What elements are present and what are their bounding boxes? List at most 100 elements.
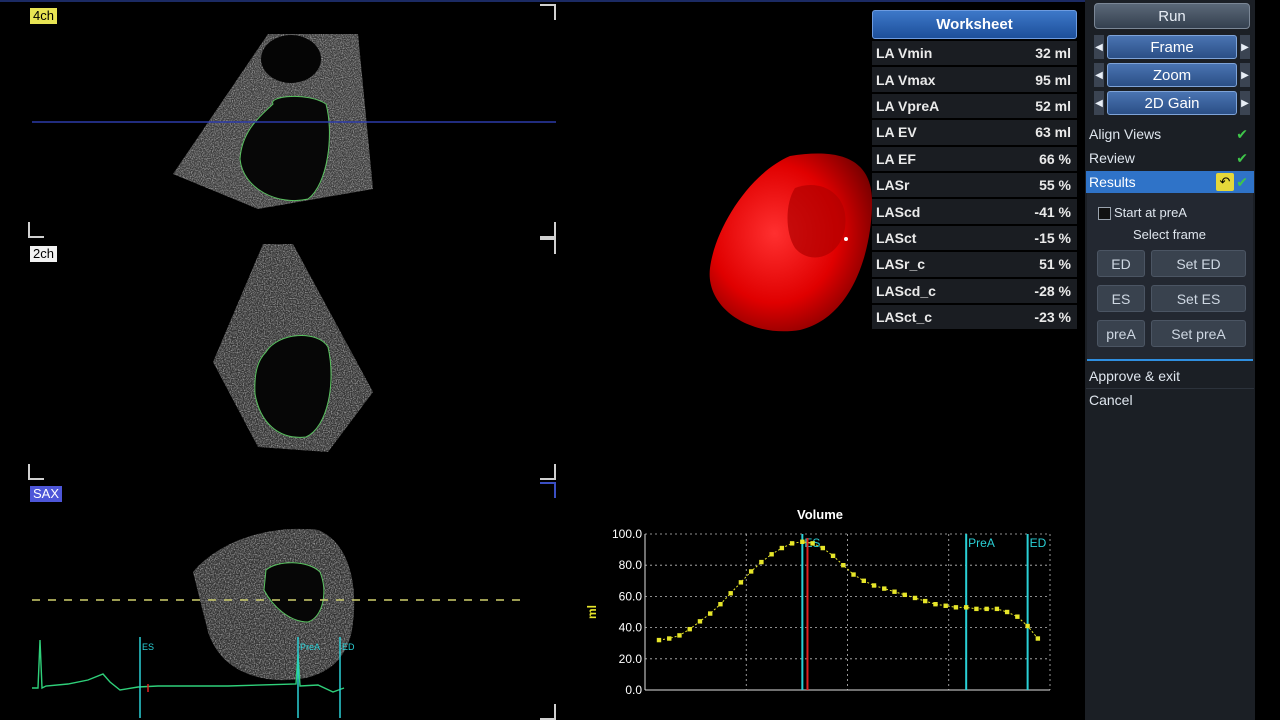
worksheet-row[interactable]: LASct -15 % <box>872 225 1077 251</box>
la-3d-model[interactable] <box>700 148 875 338</box>
check-icon: ✔ <box>1236 125 1248 142</box>
view-4ch[interactable]: 4ch <box>28 4 556 238</box>
data-point <box>943 603 948 608</box>
check-icon: ✔ <box>1236 149 1248 166</box>
arrow-left-icon[interactable]: ◀ <box>1094 35 1104 59</box>
data-point <box>687 626 692 632</box>
data-point <box>667 636 672 641</box>
data-point <box>994 606 1000 612</box>
set-ed-button[interactable]: Set ED <box>1151 250 1246 277</box>
view-2ch[interactable]: 2ch <box>28 238 556 480</box>
data-point <box>748 569 754 574</box>
run-button[interactable]: Run <box>1094 3 1250 29</box>
worksheet-row-value: 66 % <box>1039 150 1071 167</box>
y-axis-label: ml <box>585 605 599 619</box>
arrow-left-icon[interactable]: ◀ <box>1094 91 1104 115</box>
worksheet-panel: Worksheet LA Vmin 32 ml LA Vmax 95 ml LA V… <box>872 10 1077 330</box>
frame-stepper: ◀ Frame ▶ <box>1094 35 1250 59</box>
data-point <box>1035 636 1041 641</box>
data-point <box>902 592 907 598</box>
volume-chart: 0.020.040.060.080.0100.0VolumemlESPreAED <box>580 500 1060 710</box>
y-tick-label: 0.0 <box>625 683 642 697</box>
worksheet-row[interactable]: LA EV 63 ml <box>872 120 1077 145</box>
y-tick-label: 60.0 <box>619 589 643 603</box>
zoom-stepper: ◀ Zoom ▶ <box>1094 63 1250 87</box>
undo-icon[interactable]: ↶ <box>1216 173 1234 191</box>
worksheet-row-value: -28 % <box>1034 282 1071 299</box>
ecg-label-prea: PreA <box>300 642 321 652</box>
worksheet-row[interactable]: LA Vmax 95 ml <box>872 67 1077 92</box>
data-point <box>953 605 959 610</box>
gain-stepper: ◀ 2D Gain ▶ <box>1094 91 1250 115</box>
worksheet-row[interactable]: LASct_c -23 % <box>872 304 1077 330</box>
start-prea-label: Start at preA <box>1114 205 1187 220</box>
2d-gain-button[interactable]: 2D Gain <box>1107 91 1237 115</box>
data-point <box>677 633 682 638</box>
view-sax[interactable]: SAX ES PreA ED <box>28 482 556 720</box>
data-point <box>933 602 938 607</box>
frame-button[interactable]: Frame <box>1107 35 1237 59</box>
arrow-right-icon[interactable]: ▶ <box>1240 63 1250 87</box>
echo-image-4ch <box>32 34 556 209</box>
y-tick-label: 20.0 <box>619 652 643 666</box>
worksheet-row-label: LAScd <box>876 203 921 220</box>
prea-button[interactable]: preA <box>1097 320 1145 347</box>
data-point <box>738 580 744 585</box>
step-label: Results <box>1089 174 1136 190</box>
worksheet-row-label: LASr_c <box>876 256 926 273</box>
y-tick-label: 40.0 <box>619 621 643 635</box>
data-point <box>1025 623 1030 629</box>
corner-marker <box>540 482 556 498</box>
corner-marker <box>540 238 556 254</box>
data-point <box>718 602 723 607</box>
worksheet-row[interactable]: LASr 55 % <box>872 172 1077 198</box>
worksheet-row-label: LASct_c <box>876 309 933 326</box>
echo-image-sax <box>32 528 528 718</box>
cancel-item[interactable]: Cancel <box>1086 389 1254 411</box>
step-results[interactable]: Results ↶ ✔ <box>1086 171 1254 193</box>
data-point <box>830 553 836 559</box>
data-point <box>851 572 856 577</box>
worksheet-row-label: LASr <box>876 177 910 194</box>
approve-exit-item[interactable]: Approve & exit <box>1086 365 1254 387</box>
corner-marker <box>540 4 556 20</box>
es-button[interactable]: ES <box>1097 285 1145 312</box>
ecg-label-ed: ED <box>342 642 355 652</box>
select-frame-label: Select frame <box>1133 227 1206 242</box>
ecg-label-es: ES <box>142 642 155 652</box>
data-point <box>769 552 774 557</box>
arrow-right-icon[interactable]: ▶ <box>1240 35 1250 59</box>
check-icon: ✔ <box>1236 173 1248 190</box>
worksheet-row[interactable]: LASr_c 51 % <box>872 252 1077 277</box>
top-divider <box>0 0 1085 2</box>
approve-exit-label: Approve & exit <box>1089 368 1181 384</box>
marker-label-prea: PreA <box>968 536 995 550</box>
data-point <box>779 545 785 551</box>
worksheet-row-value: 51 % <box>1039 256 1071 273</box>
worksheet-row[interactable]: LA VpreA 52 ml <box>872 93 1077 119</box>
data-point <box>912 595 918 601</box>
data-point <box>963 605 969 610</box>
worksheet-row-label: LA Vmin <box>876 45 933 62</box>
data-point <box>841 563 846 568</box>
zoom-button[interactable]: Zoom <box>1107 63 1237 87</box>
marker-label-ed: ED <box>1030 536 1047 550</box>
worksheet-row-value: 95 ml <box>1035 71 1071 88</box>
step-align-views[interactable]: Align Views ✔ <box>1086 123 1254 145</box>
set-prea-button[interactable]: Set preA <box>1151 320 1246 347</box>
worksheet-row-value: 32 ml <box>1035 45 1071 62</box>
set-es-button[interactable]: Set ES <box>1151 285 1246 312</box>
worksheet-row[interactable]: LAScd_c -28 % <box>872 278 1077 303</box>
worksheet-row-value: 52 ml <box>1035 97 1071 114</box>
data-point <box>1004 609 1010 615</box>
y-tick-label: 100.0 <box>612 527 642 541</box>
step-review[interactable]: Review ✔ <box>1086 147 1254 169</box>
worksheet-row[interactable]: LA EF 66 % <box>872 146 1077 171</box>
volume-series-line <box>658 541 1039 641</box>
worksheet-row[interactable]: LAScd -41 % <box>872 199 1077 224</box>
ed-button[interactable]: ED <box>1097 250 1145 277</box>
arrow-left-icon[interactable]: ◀ <box>1094 63 1104 87</box>
start-prea-checkbox[interactable] <box>1098 207 1111 220</box>
worksheet-row[interactable]: LA Vmin 32 ml <box>872 41 1077 66</box>
arrow-right-icon[interactable]: ▶ <box>1240 91 1250 115</box>
